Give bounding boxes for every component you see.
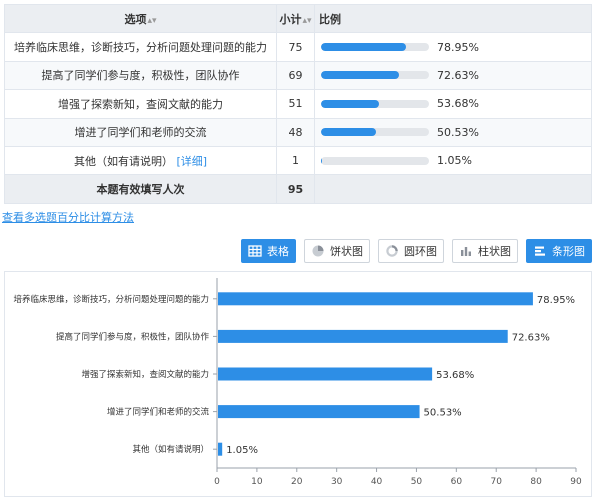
total-count: 95 <box>276 174 315 204</box>
x-tick-label: 0 <box>214 477 220 487</box>
x-tick-label: 80 <box>530 477 542 487</box>
total-empty <box>314 174 592 204</box>
x-tick-label: 10 <box>251 477 263 487</box>
progress-track <box>321 99 429 108</box>
data-label: 53.68% <box>436 370 474 381</box>
table-header-row: 选项▴▾ 小计▴▾ 比例 <box>4 3 592 34</box>
progress-fill <box>321 156 323 165</box>
bar-chart: 0 10 20 30 40 50 60 70 80 90 培养临床思维，诊断技巧，分析问题处理问题的… <box>13 278 582 487</box>
count-cell: 1 <box>276 145 315 176</box>
progress-track <box>321 156 429 165</box>
category-label: 培养临床思维，诊断技巧，分析问题处理问题的能力 <box>13 294 209 305</box>
data-label: 72.63% <box>512 332 550 343</box>
count-cell: 51 <box>276 89 315 119</box>
percent-label: 50.53% <box>437 125 479 139</box>
category-label: 提高了同学们参与度，积极性，团队协作 <box>56 331 210 342</box>
bar <box>218 329 508 343</box>
donut-chart-icon <box>385 244 399 258</box>
progress-fill <box>321 128 376 137</box>
progress-track <box>321 43 429 52</box>
calc-method-link[interactable]: 查看多选题百分比计算方法 <box>2 209 134 225</box>
header-option[interactable]: 选项▴▾ <box>4 3 277 34</box>
category-label: 增进了同学们和老师的交流 <box>107 407 210 418</box>
table-row: 培养临床思维，诊断技巧，分析问题处理问题的能力 75 78.95% <box>4 32 592 62</box>
pie-chart-button[interactable]: 饼状图 <box>304 239 370 263</box>
table-icon <box>248 244 262 258</box>
total-label: 本题有效填写人次 <box>4 174 277 204</box>
progress-track <box>321 71 429 80</box>
table-view-button[interactable]: 表格 <box>241 239 296 263</box>
category-label: 增强了探索新知，查阅文献的能力 <box>81 369 209 380</box>
progress-track <box>321 128 429 137</box>
bar <box>218 442 223 456</box>
data-label: 50.53% <box>424 408 462 419</box>
count-cell: 48 <box>276 117 315 147</box>
percent-cell: 1.05% <box>314 145 592 176</box>
x-tick-label: 90 <box>570 477 582 487</box>
header-count[interactable]: 小计▴▾ <box>276 3 315 34</box>
x-tick-label: 60 <box>451 477 463 487</box>
chart-type-toolbar: 表格 饼状图 圆环图 柱状图 条形图 <box>241 239 592 263</box>
category-label: 其他（如有请说明） <box>132 444 209 455</box>
progress-fill <box>321 71 400 80</box>
column-chart-icon <box>459 244 473 258</box>
bar-chart-icon <box>533 244 547 258</box>
sort-icon[interactable]: ▴▾ <box>147 16 156 26</box>
table-row: 提高了同学们参与度，积极性，团队协作 69 72.63% <box>4 60 592 91</box>
percent-cell: 50.53% <box>314 117 592 147</box>
percent-cell: 78.95% <box>314 32 592 62</box>
detail-link[interactable]: [详细] <box>176 155 207 168</box>
percent-label: 72.63% <box>437 68 479 82</box>
header-percent: 比例 <box>314 3 592 34</box>
option-cell: 其他（如有请说明） [详细] <box>4 145 277 176</box>
progress-fill <box>321 99 379 108</box>
percent-label: 78.95% <box>437 40 479 54</box>
option-cell: 增进了同学们和老师的交流 <box>4 117 277 147</box>
x-tick-label: 50 <box>411 477 423 487</box>
donut-chart-button[interactable]: 圆环图 <box>378 239 444 263</box>
total-row: 本题有效填写人次 95 <box>4 174 592 204</box>
bar-chart-panel: 0 10 20 30 40 50 60 70 80 90 培养临床思维，诊断技巧，分析问题处理问题的… <box>4 271 592 497</box>
column-chart-button[interactable]: 柱状图 <box>452 239 518 263</box>
x-tick-label: 20 <box>291 477 303 487</box>
option-cell: 培养临床思维，诊断技巧，分析问题处理问题的能力 <box>4 32 277 62</box>
count-cell: 75 <box>276 32 315 62</box>
percent-cell: 53.68% <box>314 89 592 119</box>
x-tick-label: 40 <box>371 477 383 487</box>
x-tick-label: 30 <box>331 477 343 487</box>
percent-cell: 72.63% <box>314 60 592 91</box>
data-label: 78.95% <box>537 295 575 306</box>
count-cell: 69 <box>276 60 315 91</box>
data-label: 1.05% <box>226 445 258 456</box>
sort-icon[interactable]: ▴▾ <box>302 16 311 26</box>
percent-label: 1.05% <box>437 154 472 168</box>
table-row: 增进了同学们和老师的交流 48 50.53% <box>4 117 592 147</box>
bar <box>218 367 433 381</box>
progress-fill <box>321 43 407 52</box>
percent-label: 53.68% <box>437 97 479 111</box>
bar-chart-button[interactable]: 条形图 <box>526 239 592 263</box>
table-row: 其他（如有请说明） [详细] 1 1.05% <box>4 145 592 176</box>
option-cell: 提高了同学们参与度，积极性，团队协作 <box>4 60 277 91</box>
bar <box>218 292 533 306</box>
results-table: 选项▴▾ 小计▴▾ 比例 培养临床思维，诊断技巧，分析问题处理问题的能力 75 … <box>4 3 592 204</box>
option-cell: 增强了探索新知，查阅文献的能力 <box>4 89 277 119</box>
bar <box>218 405 420 419</box>
x-tick-label: 70 <box>490 477 502 487</box>
table-row: 增强了探索新知，查阅文献的能力 51 53.68% <box>4 89 592 119</box>
pie-chart-icon <box>311 244 325 258</box>
